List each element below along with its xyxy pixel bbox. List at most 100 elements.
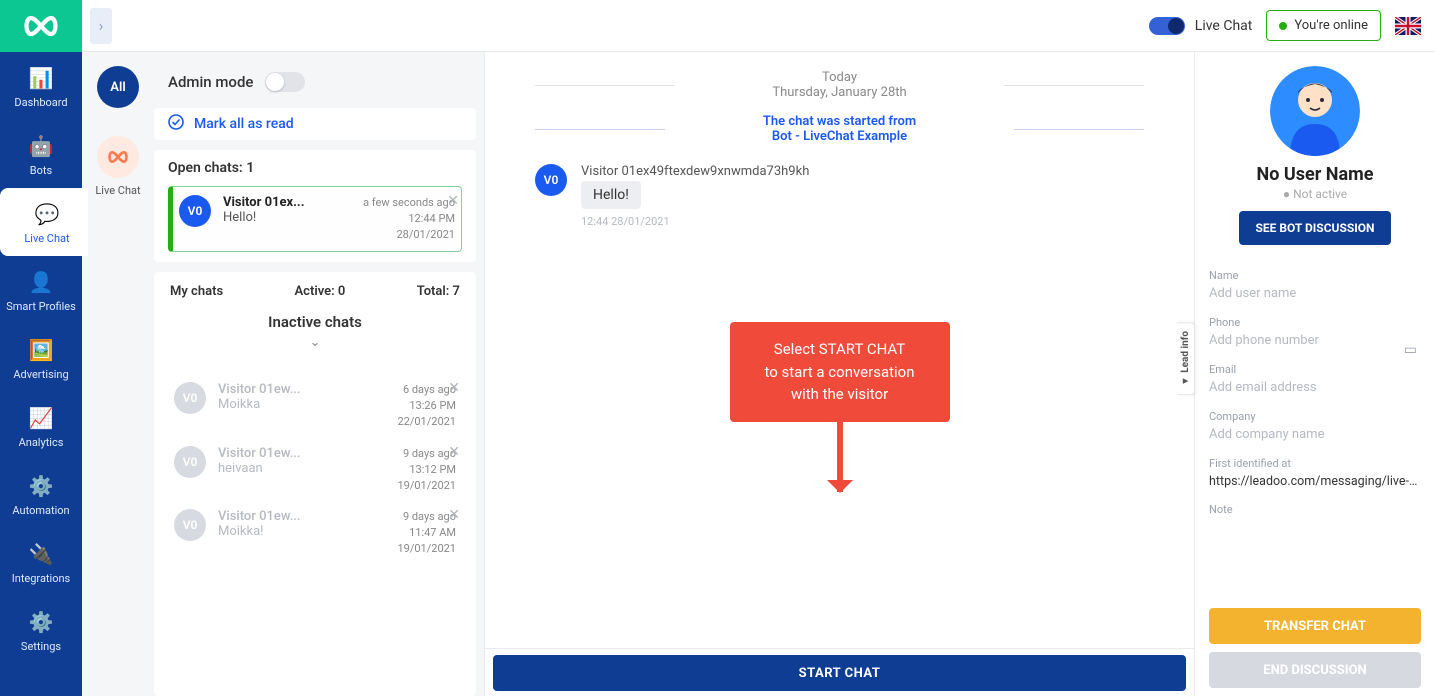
analytics-icon: 📈 [27,404,55,432]
nav-label: Advertising [13,368,68,381]
open-chats-card: Open chats: 1 V0 Visitor 01ex... Hello! … [154,150,476,262]
close-icon[interactable]: ✕ [448,444,460,460]
my-chats-label: My chats [170,284,223,299]
profiles-icon: 👤 [27,268,55,296]
admin-mode-label: Admin mode [168,73,253,91]
start-chat-button[interactable]: START CHAT [493,655,1186,691]
language-flag[interactable] [1395,17,1421,35]
arrow-icon [837,422,843,492]
nav-smart-profiles[interactable]: 👤 Smart Profiles [0,256,82,324]
active-count: Active: 0 [295,284,346,299]
nav-bots[interactable]: 🤖 Bots [0,120,82,188]
chat-meta: 9 days ago11:47 AM19/01/2021 [397,509,456,557]
company-input[interactable] [1209,423,1421,447]
nav-automation[interactable]: ⚙️ Automation [0,460,82,528]
live-chat-label: Live Chat [1195,18,1253,34]
avatar: V0 [179,195,211,227]
chat-preview: Moikka [218,397,385,412]
field-label-name: Name [1209,269,1421,282]
collapse-sidebar-button[interactable]: › [90,8,112,44]
first-identified-value: https://leadoo.com/messaging/live-ch... [1209,470,1421,493]
day-separator: Today Thursday, January 28th [535,66,1144,104]
end-discussion-button[interactable]: END DISCUSSION [1209,652,1421,688]
message-bubble: Hello! [581,181,641,209]
filter-live-label: Live Chat [95,184,140,197]
chat-name: Visitor 01ew... [218,382,385,397]
nav-label: Automation [12,504,69,517]
lead-info-tab[interactable]: ◂ Lead info [1177,322,1195,395]
chat-name: Visitor 01ex... [223,195,351,210]
chat-meta: a few seconds ago 12:44 PM 28/01/2021 [363,195,455,243]
nav-label: Settings [21,640,61,653]
conversation-panel: Today Thursday, January 28th The chat wa… [484,52,1195,696]
avatar: V0 [174,509,206,541]
logo[interactable] [0,0,82,52]
chevron-down-icon[interactable]: ⌄ [168,335,462,350]
chat-preview: heivaan [218,461,385,476]
inactive-chats-header[interactable]: Inactive chats [168,309,462,335]
transfer-chat-button[interactable]: TRANSFER CHAT [1209,608,1421,644]
live-chat-toggle[interactable] [1149,17,1185,35]
message-row: V0 Visitor 01ex49ftexdew9xnwmda73h9kh He… [535,164,1144,228]
name-input[interactable] [1209,282,1421,306]
contact-card-icon[interactable]: ▭ [1404,342,1417,358]
tooltip-callout: Select START CHAT to start a conversatio… [730,322,950,422]
filter-all-button[interactable]: All [97,66,139,108]
nav-advertising[interactable]: 🖼️Advertising [0,324,82,392]
live-chat-toggle-wrap: Live Chat [1149,17,1253,35]
integrations-icon: 🔌 [27,540,55,568]
admin-mode-toggle[interactable] [265,72,305,92]
nav-integrations[interactable]: 🔌Integrations [0,528,82,596]
mark-all-read-button[interactable]: Mark all as read [154,108,476,140]
nav-label: Dashboard [14,96,67,109]
message-time: 12:44 28/01/2021 [581,215,809,228]
chat-meta: 9 days ago13:12 PM19/01/2021 [397,446,456,494]
see-bot-discussion-button[interactable]: SEE BOT DISCUSSION [1239,211,1390,245]
inactive-chat-item[interactable]: V0 Visitor 01ew... Moikka 6 days ago13:2… [168,374,462,438]
bots-icon: 🤖 [27,132,55,160]
topbar: › Live Chat You're online [82,0,1435,52]
chat-preview: Moikka! [218,524,385,539]
nav-label: Bots [30,164,52,177]
chat-name: Visitor 01ew... [218,509,385,524]
close-icon[interactable]: ✕ [447,193,459,209]
user-status: ● Not active [1209,187,1421,201]
nav-label: Analytics [19,436,64,449]
phone-input[interactable] [1209,329,1421,353]
automation-icon: ⚙️ [27,472,55,500]
open-chat-item[interactable]: V0 Visitor 01ex... Hello! a few seconds … [168,186,462,252]
email-input[interactable] [1209,376,1421,400]
nav-label: Smart Profiles [6,300,76,313]
nav-dashboard[interactable]: 📊 Dashboard [0,52,82,120]
user-info-panel: ◂ Lead info No User Name ● Not active SE… [1195,52,1435,696]
nav-label: Live Chat [24,232,69,245]
filter-live-button[interactable] [97,136,139,178]
avatar: V0 [174,382,206,414]
field-label-note: Note [1209,503,1421,516]
message-from: Visitor 01ex49ftexdew9xnwmda73h9kh [581,164,809,179]
online-status[interactable]: You're online [1266,10,1381,41]
filter-live-wrap: Live Chat [95,136,140,197]
inactive-chat-item[interactable]: V0 Visitor 01ew... heivaan 9 days ago13:… [168,438,462,502]
chat-icon: 💬 [33,200,61,228]
user-avatar [1270,66,1360,156]
inactive-chat-item[interactable]: V0 Visitor 01ew... Moikka! 9 days ago11:… [168,501,462,565]
user-name: No User Name [1209,164,1421,185]
close-icon[interactable]: ✕ [448,380,460,396]
chat-name: Visitor 01ew... [218,446,385,461]
online-dot-icon [1279,22,1287,30]
close-icon[interactable]: ✕ [448,507,460,523]
nav-analytics[interactable]: 📈 Analytics [0,392,82,460]
online-label: You're online [1294,18,1368,33]
admin-mode-row: Admin mode [154,66,476,98]
chat-meta: 6 days ago13:26 PM22/01/2021 [397,382,456,430]
field-label-company: Company [1209,410,1421,423]
filter-all-wrap: All [97,66,139,108]
field-label-first: First identified at [1209,457,1421,470]
dashboard-icon: 📊 [27,64,55,92]
nav-settings[interactable]: ⚙️Settings [0,596,82,664]
field-label-phone: Phone [1209,316,1421,329]
nav-live-chat[interactable]: 💬 Live Chat [0,188,88,256]
open-chats-title: Open chats: 1 [168,160,462,176]
infinity-icon [21,14,61,38]
